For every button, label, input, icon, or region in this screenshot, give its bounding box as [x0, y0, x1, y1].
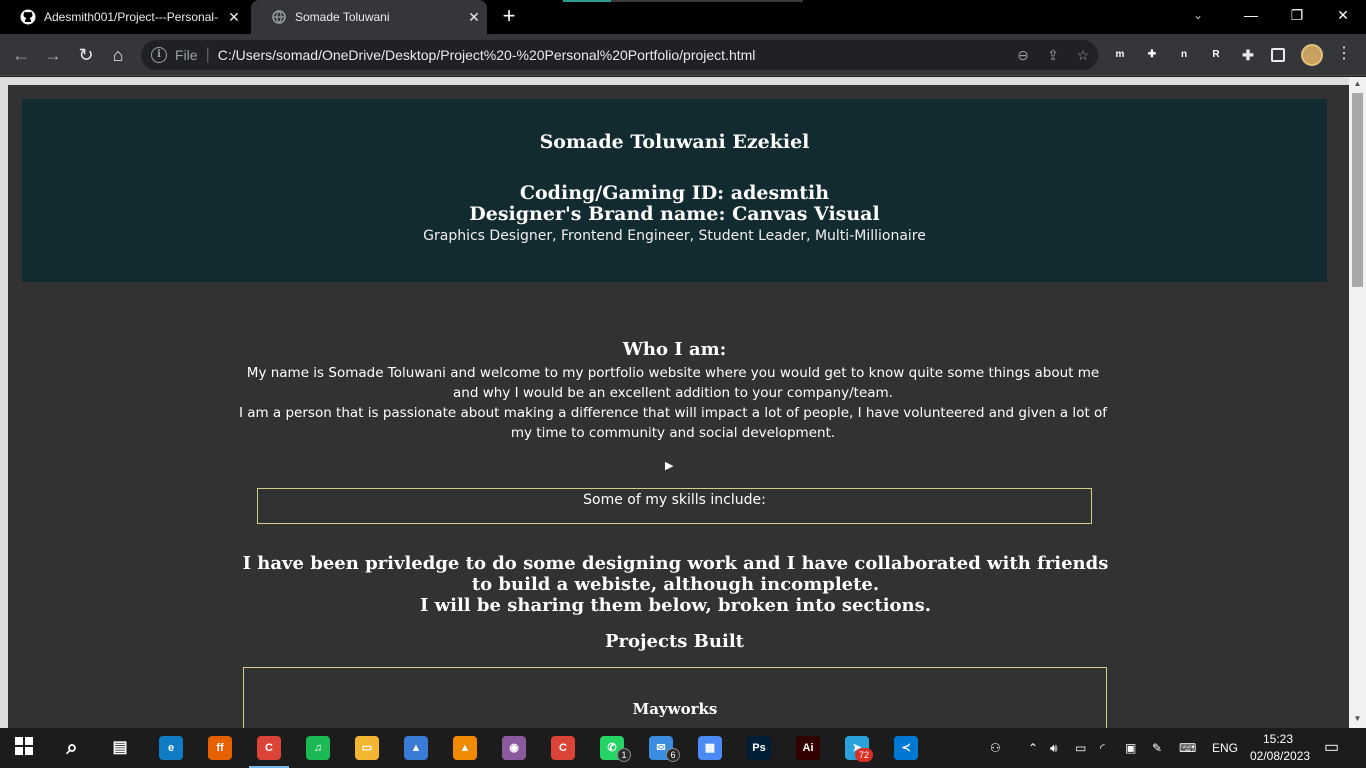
address-bar[interactable]: i File | C:/Users/somad/OneDrive/Desktop… [141, 40, 1098, 70]
spotify-icon[interactable]: ♫ [306, 736, 330, 760]
who-paragraph-1: My name is Somade Toluwani and welcome t… [246, 365, 1100, 401]
extension-puzzle-blue-icon[interactable]: ✚ [1143, 46, 1161, 64]
extension-n-icon[interactable]: n [1175, 46, 1193, 64]
scheme-label: File [175, 47, 198, 63]
notifications-icon[interactable]: ▭ [1324, 728, 1339, 768]
clock-time: 15:23 [1262, 732, 1294, 746]
bookmark-star-icon[interactable]: ☆ [1068, 47, 1098, 64]
device-icon[interactable]: ▣ [1125, 728, 1136, 768]
tab-search-icon[interactable]: ⌄ [1193, 8, 1203, 22]
scroll-down-icon[interactable]: ▼ [1349, 714, 1366, 723]
hero-header: Somade Toluwani Ezekiel Coding/Gaming ID… [22, 99, 1327, 282]
who-heading: Who I am: [622, 339, 727, 360]
search-icon[interactable]: ⌕ [60, 736, 84, 760]
new-tab-button[interactable]: + [496, 5, 522, 28]
who-paragraph-2: I am a person that is passionate about m… [238, 405, 1108, 441]
page-title: Somade Toluwani Ezekiel [539, 131, 810, 153]
volume-icon[interactable]: 🔊︎ [1050, 728, 1058, 768]
share-icon[interactable]: ⇪ [1038, 47, 1068, 64]
project-title: Mayworks [632, 700, 718, 718]
tab-github[interactable]: Adesmith001/Project---Personal- ✕ [0, 0, 247, 34]
photos-icon[interactable]: ▲ [404, 736, 428, 760]
projects-heading: Projects Built [605, 631, 744, 652]
tab-title: Somade Toluwani [295, 10, 390, 24]
battery-icon[interactable]: ▭ [1075, 728, 1086, 768]
mail-badge: 6 [666, 748, 680, 762]
close-tab-icon[interactable]: ✕ [221, 9, 247, 26]
project-card: Mayworks [243, 667, 1107, 728]
tab-title: Adesmith001/Project---Personal- [44, 10, 219, 24]
whatsapp-badge: 1 [617, 748, 631, 762]
scroll-up-icon[interactable]: ▲ [1349, 79, 1366, 88]
task-view-icon[interactable]: ▤ [108, 736, 132, 760]
keyboard-icon[interactable]: ⌨ [1179, 728, 1196, 768]
zoom-icon[interactable]: ⊖ [1008, 47, 1038, 64]
minimize-icon[interactable]: — [1228, 0, 1274, 34]
intro-line-2: I will be sharing them below, broken int… [419, 595, 932, 616]
media-icon[interactable]: ◉ [502, 736, 526, 760]
extension-m-icon[interactable]: m [1111, 46, 1129, 64]
reload-icon[interactable]: ↻ [73, 43, 99, 69]
vlc-icon[interactable]: ▲ [453, 736, 477, 760]
extension-grey-icon[interactable]: R [1207, 46, 1225, 64]
clock-date: 02/08/2023 [1250, 749, 1311, 763]
tab-strip: Adesmith001/Project---Personal- ✕ Somade… [0, 0, 1366, 34]
page-viewport: Somade Toluwani Ezekiel Coding/Gaming ID… [0, 77, 1366, 728]
back-icon[interactable]: ← [8, 43, 34, 69]
browser-toolbar: ← → ↻ ⌂ i File | C:/Users/somad/OneDrive… [0, 34, 1366, 76]
close-window-icon[interactable]: ✕ [1320, 0, 1366, 34]
github-icon [20, 9, 36, 25]
intro-section: I have been privledge to do some designi… [238, 553, 1113, 616]
kebab-menu-icon[interactable]: ⋮ [1336, 44, 1352, 64]
roles-text: Graphics Designer, Frontend Engineer, St… [423, 228, 926, 244]
brand-name: Designer's Brand name: Canvas Visual [469, 203, 880, 225]
show-hidden-icon[interactable]: ⌃ [1028, 728, 1038, 768]
avatar[interactable] [1301, 44, 1323, 66]
file-explorer-icon[interactable]: ▭ [355, 736, 379, 760]
gaming-id: Coding/Gaming ID: adesmtih [519, 182, 830, 204]
portfolio-page: Somade Toluwani Ezekiel Coding/Gaming ID… [8, 85, 1349, 728]
scrollbar[interactable]: ▲ ▼ [1349, 77, 1366, 728]
url-text[interactable]: C:/Users/somad/OneDrive/Desktop/Project%… [218, 47, 1008, 63]
vscode-icon[interactable]: ≺ [894, 736, 918, 760]
chrome-icon[interactable]: C [257, 736, 281, 760]
telegram-badge: 72 [855, 748, 873, 762]
photoshop-icon[interactable]: Ps [747, 736, 771, 760]
restore-icon[interactable]: ❐ [1274, 0, 1320, 34]
divider: | [205, 46, 210, 63]
forward-icon[interactable]: → [40, 43, 66, 69]
disclosure-triangle-icon[interactable]: ▶ [665, 459, 673, 472]
intro-line-1: I have been privledge to do some designi… [242, 553, 1109, 595]
globe-icon [271, 9, 287, 25]
scrollbar-thumb[interactable] [1352, 93, 1363, 287]
side-panel-icon[interactable] [1271, 48, 1285, 62]
close-tab-icon[interactable]: ✕ [461, 9, 487, 26]
clock[interactable]: 15:23 02/08/2023 [1250, 731, 1311, 765]
language-indicator[interactable]: ENG [1212, 728, 1238, 768]
pen-icon[interactable]: ✎ [1152, 728, 1162, 768]
store-icon[interactable]: ▦ [698, 736, 722, 760]
windows-start-icon[interactable] [12, 736, 36, 760]
taskbar: ⌕ ▤ e ff C ♫ ▭ ▲ ▲ ◉ C ✆ ✉ ▦ Ps Ai ➤ ≺ 1 6 72 ⚇ ⌃ 🔊︎ ▭ … [0, 728, 1366, 768]
wifi-icon[interactable]: ◜ [1100, 728, 1105, 768]
firefox-icon[interactable]: ff [208, 736, 232, 760]
tab-loading-indicator [563, 0, 803, 2]
illustrator-icon[interactable]: Ai [796, 736, 820, 760]
skills-box[interactable]: Some of my skills include: [257, 488, 1092, 524]
home-icon[interactable]: ⌂ [105, 43, 131, 69]
edge-icon[interactable]: e [159, 736, 183, 760]
chrome-profile-icon[interactable]: C [551, 736, 575, 760]
people-icon[interactable]: ⚇ [990, 728, 1001, 768]
tab-portfolio[interactable]: Somade Toluwani ✕ [251, 0, 487, 34]
extensions-puzzle-icon[interactable]: ✚ [1239, 46, 1257, 64]
skills-label: Some of my skills include: [583, 492, 766, 508]
info-icon[interactable]: i [151, 47, 167, 63]
